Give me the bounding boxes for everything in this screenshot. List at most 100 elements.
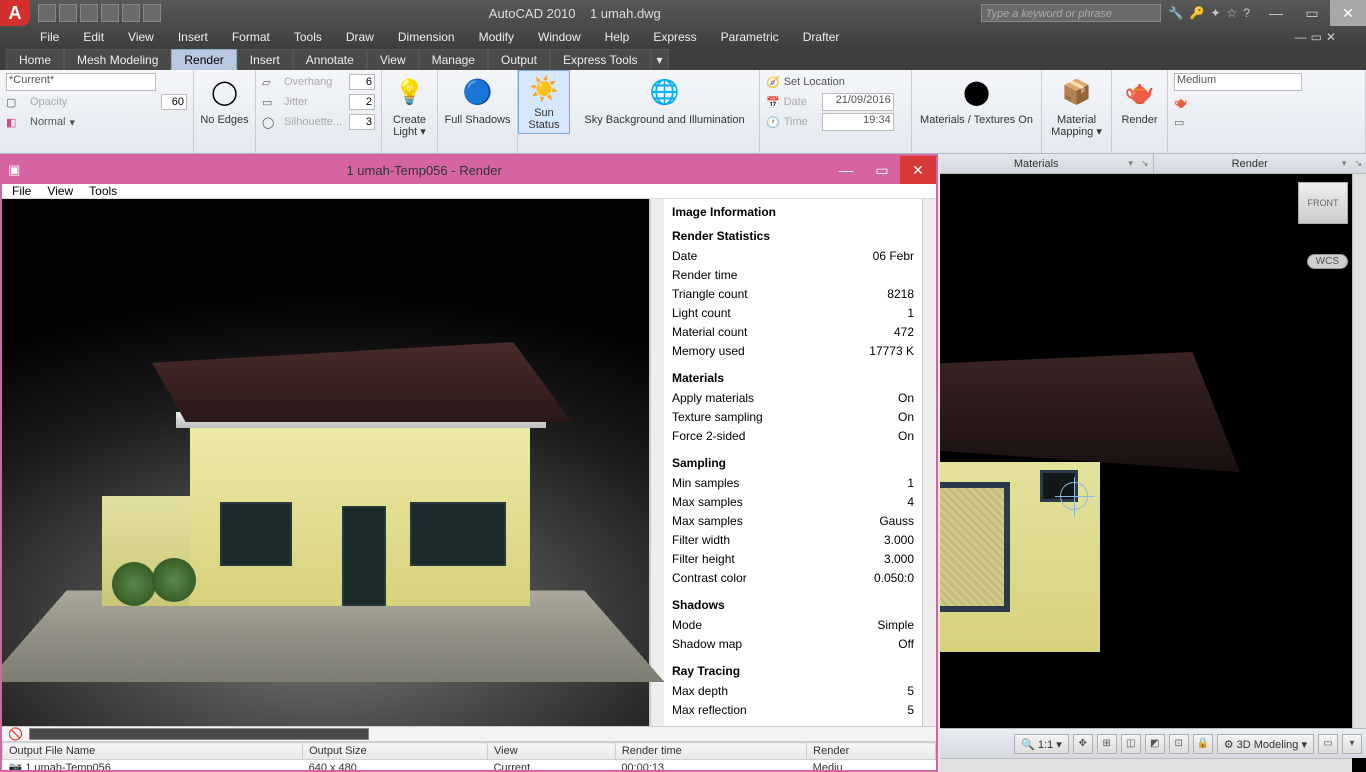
qat-redo-icon[interactable] [122, 4, 140, 22]
normal-select[interactable]: Normal [30, 116, 65, 128]
exchange-icon[interactable]: ✦ [1210, 6, 1220, 20]
close-button[interactable]: ✕ [1330, 0, 1366, 26]
search-input[interactable]: Type a keyword or phrase [981, 4, 1161, 22]
table-header[interactable]: Render [807, 743, 936, 760]
overhang-input[interactable] [349, 74, 375, 90]
menu-modify[interactable]: Modify [469, 28, 524, 46]
table-header[interactable]: Render time [615, 743, 806, 760]
menu-file[interactable]: File [30, 28, 69, 46]
scale-select[interactable]: 🔍 1:1 ▾ [1014, 734, 1069, 754]
model-viewport[interactable]: Materials▾↘ Render▾↘ FRONT WCS 🔍 1:1 ▾ ✥… [940, 154, 1366, 772]
material-mapping-icon[interactable]: 📦 [1057, 72, 1097, 112]
help-icon[interactable]: ? [1243, 6, 1250, 20]
cube-icon[interactable]: ▢ [6, 96, 26, 109]
table-row[interactable]: 📷 1 umah-Temp056640 x 480Current00:00:13… [3, 760, 936, 771]
rw-scrollbar-v[interactable] [650, 199, 664, 726]
viewport-scrollbar-v[interactable] [1352, 174, 1366, 758]
table-header[interactable]: Output Size [303, 743, 488, 760]
rw-maximize-button[interactable]: ▭ [864, 156, 900, 184]
table-header[interactable]: View [488, 743, 616, 760]
menu-draw[interactable]: Draw [336, 28, 384, 46]
tab-express[interactable]: Express Tools [550, 49, 650, 70]
date-value[interactable]: 21/09/2016 [822, 93, 894, 111]
tab-annotate[interactable]: Annotate [293, 49, 367, 70]
menu-window[interactable]: Window [528, 28, 591, 46]
qat-undo-icon[interactable] [101, 4, 119, 22]
wcs-badge[interactable]: WCS [1307, 254, 1348, 269]
status-icon-5[interactable]: ⊡ [1169, 734, 1189, 754]
tab-insert[interactable]: Insert [237, 49, 293, 70]
app-logo[interactable]: A [0, 0, 30, 26]
tab-mesh[interactable]: Mesh Modeling [64, 49, 171, 70]
maximize-button[interactable]: ▭ [1294, 0, 1330, 26]
visual-style-select[interactable]: *Current* [6, 73, 156, 91]
menu-edit[interactable]: Edit [73, 28, 114, 46]
set-location-label[interactable]: Set Location [784, 76, 845, 88]
full-shadows-icon[interactable]: 🔵 [458, 72, 498, 112]
rw-menu-view[interactable]: View [47, 184, 73, 198]
menu-drafter[interactable]: Drafter [793, 28, 850, 46]
doc-close-icon[interactable]: ✕ [1326, 30, 1336, 44]
render-region-icon[interactable]: ▭ [1174, 116, 1184, 129]
menu-view[interactable]: View [118, 28, 164, 46]
menu-help[interactable]: Help [595, 28, 640, 46]
materials-panel-title[interactable]: Materials [944, 158, 1128, 170]
tab-home[interactable]: Home [6, 49, 64, 70]
tab-view[interactable]: View [367, 49, 419, 70]
tab-expand-icon[interactable]: ▾ [651, 49, 669, 70]
menu-dimension[interactable]: Dimension [388, 28, 465, 46]
workspace-select[interactable]: ⚙ 3D Modeling ▾ [1217, 734, 1314, 754]
no-edges-icon[interactable]: ◯ [205, 72, 245, 112]
render-panel-title[interactable]: Render [1158, 158, 1342, 170]
menu-tools[interactable]: Tools [284, 28, 332, 46]
viewport-scrollbar-h[interactable] [940, 758, 1352, 772]
infocenter-icon[interactable]: 🔧 [1169, 6, 1184, 20]
menu-format[interactable]: Format [222, 28, 280, 46]
status-icon-2[interactable]: ⊞ [1097, 734, 1117, 754]
silhouette-input[interactable] [349, 114, 375, 130]
table-header[interactable]: Output File Name [3, 743, 303, 760]
render-icon[interactable]: 🫖 [1120, 72, 1160, 112]
jitter-input[interactable] [349, 94, 375, 110]
doc-minimize-icon[interactable]: — [1295, 30, 1307, 44]
rw-menu-file[interactable]: File [12, 184, 31, 198]
status-icon-7[interactable]: ▭ [1318, 734, 1338, 754]
menu-parametric[interactable]: Parametric [711, 28, 789, 46]
rw-info-scrollbar[interactable] [922, 199, 936, 726]
key-icon[interactable]: 🔑 [1190, 6, 1205, 20]
favorite-icon[interactable]: ☆ [1227, 6, 1238, 20]
qat-new-icon[interactable] [38, 4, 56, 22]
rw-close-button[interactable]: ✕ [900, 156, 936, 184]
sun-status-icon[interactable]: ☀️ [524, 73, 564, 105]
render-window-titlebar[interactable]: ▣ 1 umah-Temp056 - Render — ▭ ✕ [2, 156, 936, 184]
time-value[interactable]: 19:34 [822, 113, 894, 131]
status-icon-1[interactable]: ✥ [1073, 734, 1093, 754]
render-preset-select[interactable]: Medium [1174, 73, 1302, 91]
qat-open-icon[interactable] [59, 4, 77, 22]
view-cube[interactable]: FRONT [1298, 182, 1348, 224]
cancel-render-icon[interactable]: 🚫 [8, 727, 23, 741]
tab-render[interactable]: Render [171, 49, 236, 70]
menu-express[interactable]: Express [643, 28, 706, 46]
qat-print-icon[interactable] [143, 4, 161, 22]
sky-icon[interactable]: 🌐 [645, 72, 685, 112]
status-icon-8[interactable]: ▾ [1342, 734, 1362, 754]
tab-manage[interactable]: Manage [419, 49, 488, 70]
teapot-small-icon[interactable]: 🫖 [1174, 96, 1188, 109]
status-icon-6[interactable]: 🔒 [1193, 734, 1213, 754]
normal-icon[interactable]: ◧ [6, 116, 26, 129]
rw-menu-tools[interactable]: Tools [89, 184, 117, 198]
menu-insert[interactable]: Insert [168, 28, 218, 46]
render-canvas[interactable] [2, 199, 650, 726]
create-light-icon[interactable]: 💡 [390, 72, 430, 112]
tab-output[interactable]: Output [488, 49, 550, 70]
doc-restore-icon[interactable]: ▭ [1311, 30, 1322, 44]
location-icon[interactable]: 🧭 [766, 76, 780, 89]
status-icon-3[interactable]: ◫ [1121, 734, 1141, 754]
materials-toggle-icon[interactable]: ⬤ [957, 72, 997, 112]
qat-save-icon[interactable] [80, 4, 98, 22]
rw-minimize-button[interactable]: — [828, 156, 864, 184]
status-icon-4[interactable]: ◩ [1145, 734, 1165, 754]
minimize-button[interactable]: — [1258, 0, 1294, 26]
opacity-input[interactable] [161, 94, 187, 110]
